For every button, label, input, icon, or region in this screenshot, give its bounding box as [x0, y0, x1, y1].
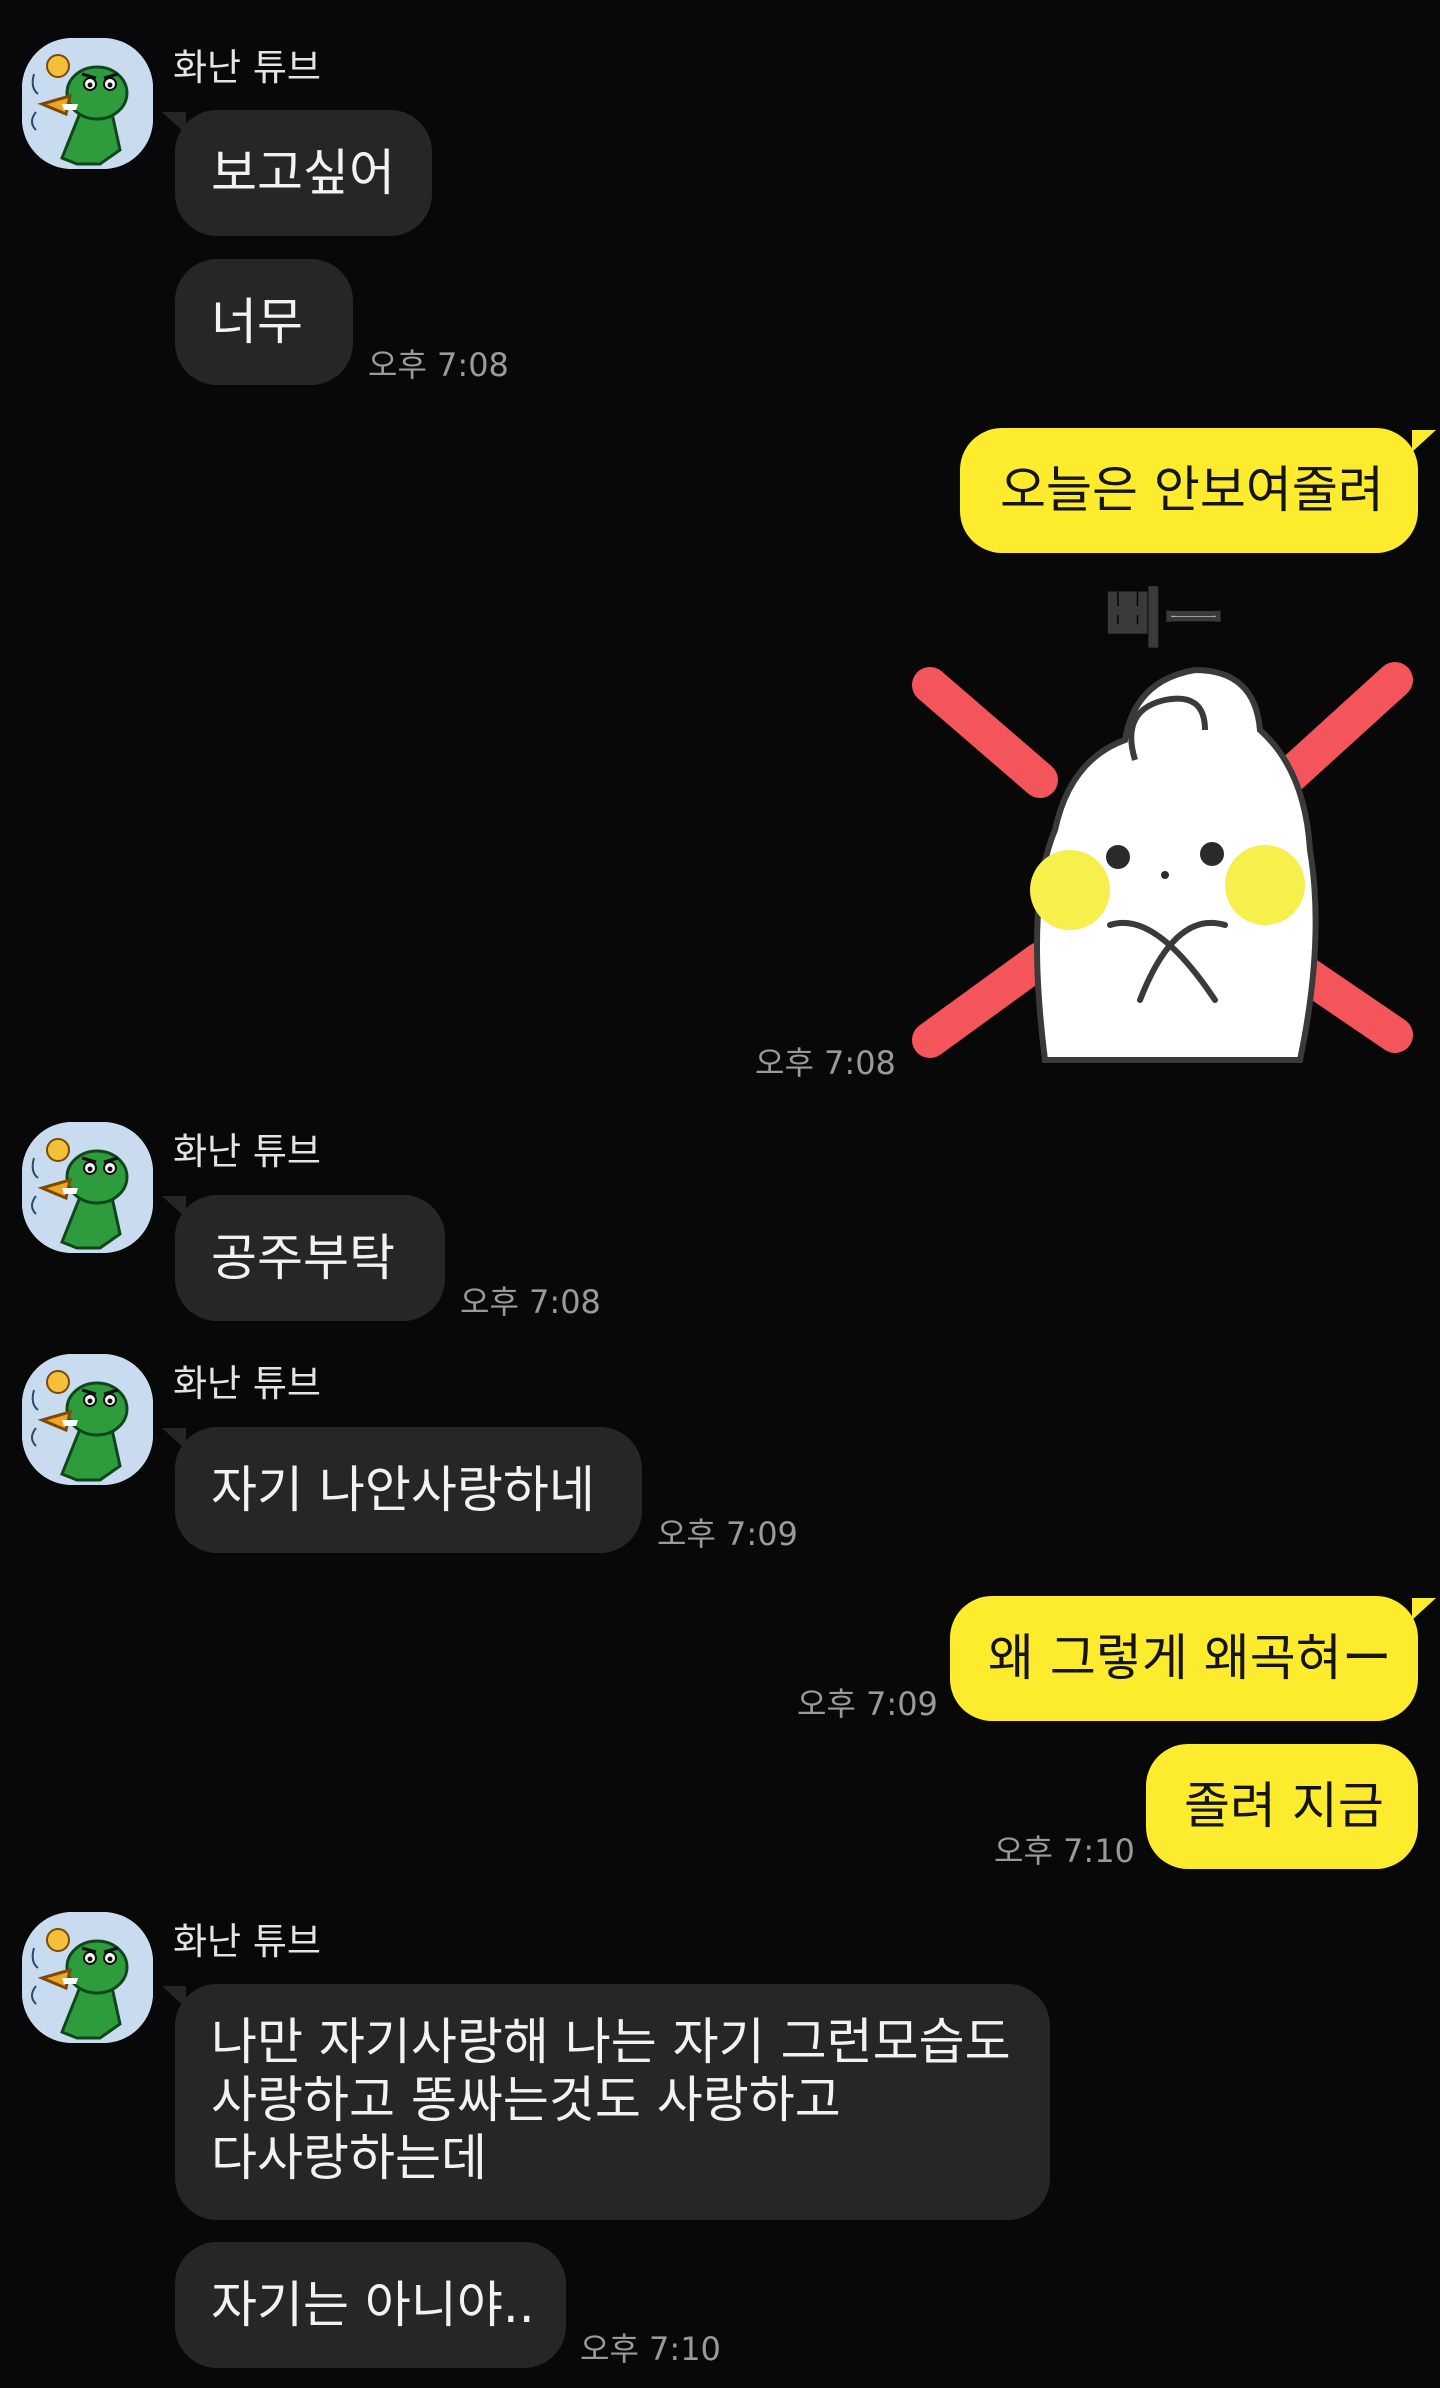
bubble-tail	[1412, 430, 1436, 452]
message-timestamp: 오후 7:08	[755, 1044, 896, 1082]
message-text: 보고싶어	[211, 144, 395, 202]
message-bubble[interactable]: 왜 그렇게 왜곡혀ー	[950, 1596, 1418, 1721]
sender-name: 화난 튜브	[173, 46, 321, 89]
angry-tube-avatar-icon	[22, 38, 153, 169]
angry-tube-avatar-icon	[22, 1354, 153, 1485]
message-text: 자기는 아니야..	[211, 2276, 535, 2334]
message-timestamp: 오후 7:08	[460, 1283, 601, 1321]
angry-tube-avatar-icon	[22, 1912, 153, 2043]
message-timestamp: 오후 7:08	[368, 346, 509, 384]
message-text: 왜 그렇게 왜곡혀ー	[988, 1629, 1392, 1687]
message-bubble[interactable]: 공주부탁	[175, 1195, 445, 1321]
contact-avatar[interactable]	[22, 1912, 153, 2043]
message-timestamp: 오후 7:10	[994, 1832, 1135, 1870]
message-bubble[interactable]: 자기는 아니야..	[175, 2242, 566, 2368]
sticker-caption: 삐ー	[1105, 582, 1224, 655]
message-bubble[interactable]: 자기 나안사랑하네	[175, 1427, 642, 1553]
message-bubble[interactable]: 졸려 지금	[1146, 1744, 1418, 1869]
message-text: 공주부탁	[211, 1229, 395, 1287]
message-text: 오늘은 안보여줄려	[1000, 461, 1384, 519]
sticker[interactable]: 삐ー	[905, 580, 1415, 1080]
message-bubble[interactable]: 나만 자기사랑해 나는 자기 그런모습도 사랑하고 똥싸는것도 사랑하고 다사랑…	[175, 1984, 1050, 2220]
message-text-line: 나만 자기사랑해 나는 자기 그런모습도	[211, 2013, 1011, 2071]
message-text: 졸려 지금	[1184, 1777, 1384, 1835]
chat-screen: 화난 튜브 보고싶어 너무 오후 7:08 오늘은 안보여줄려 삐ー 오후 7:…	[0, 0, 1440, 2388]
message-timestamp: 오후 7:10	[580, 2330, 721, 2368]
message-bubble[interactable]: 오늘은 안보여줄려	[960, 428, 1418, 553]
message-text: 자기 나안사랑하네	[211, 1461, 595, 1519]
message-text-line: 사랑하고 똥싸는것도 사랑하고	[211, 2071, 841, 2129]
bubble-tail	[1412, 1598, 1436, 1620]
message-text: 너무	[211, 293, 303, 351]
angry-tube-avatar-icon	[22, 1122, 153, 1253]
white-bunny-cross-arms-sticker: 삐ー	[912, 581, 1413, 1063]
message-timestamp: 오후 7:09	[657, 1515, 798, 1553]
contact-avatar[interactable]	[22, 1354, 153, 1485]
message-bubble[interactable]: 너무	[175, 259, 353, 385]
sender-name: 화난 튜브	[173, 1920, 321, 1963]
message-text-line: 다사랑하는데	[211, 2129, 487, 2187]
sender-name: 화난 튜브	[173, 1130, 321, 1173]
contact-avatar[interactable]	[22, 38, 153, 169]
sender-name: 화난 튜브	[173, 1362, 321, 1405]
message-bubble[interactable]: 보고싶어	[175, 110, 432, 236]
message-timestamp: 오후 7:09	[797, 1685, 938, 1723]
contact-avatar[interactable]	[22, 1122, 153, 1253]
